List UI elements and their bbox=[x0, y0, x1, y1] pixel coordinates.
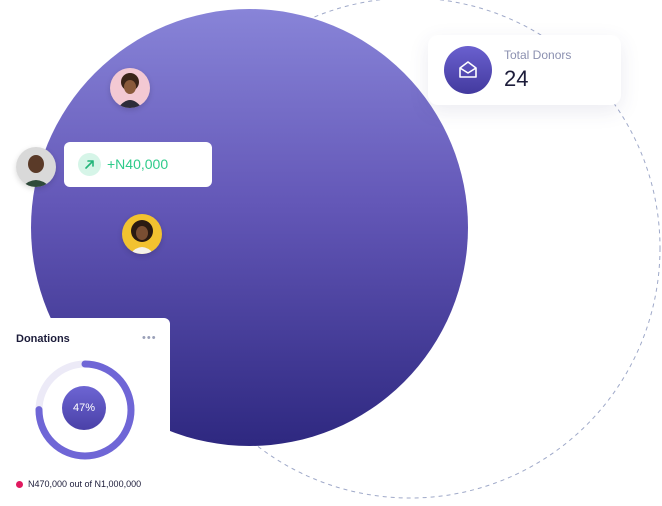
donations-card: Donations ••• 47% N470,000 out of N1,000… bbox=[0, 318, 170, 506]
envelope-icon bbox=[444, 46, 492, 94]
donor-avatar-1 bbox=[110, 68, 150, 108]
donations-percent: 47% bbox=[62, 386, 106, 430]
total-donors-value: 24 bbox=[504, 66, 529, 91]
donor-avatar-3 bbox=[122, 214, 162, 254]
donations-legend-text: N470,000 out of N1,000,000 bbox=[28, 479, 142, 489]
total-donors-label: Total Donors bbox=[504, 48, 572, 62]
arrow-up-right-icon bbox=[78, 153, 101, 176]
total-donors-card: Total Donors 24 bbox=[428, 35, 621, 105]
more-horizontal-icon[interactable]: ••• bbox=[142, 332, 157, 344]
donations-title: Donations bbox=[16, 333, 70, 345]
donation-illustration: Total Donors 24 +N40,000 Donations ••• 4… bbox=[0, 0, 662, 506]
donation-amount-pill: +N40,000 bbox=[64, 142, 212, 187]
legend-dot bbox=[16, 481, 23, 488]
donor-avatar-2 bbox=[16, 147, 56, 187]
donation-amount: +N40,000 bbox=[107, 156, 169, 172]
